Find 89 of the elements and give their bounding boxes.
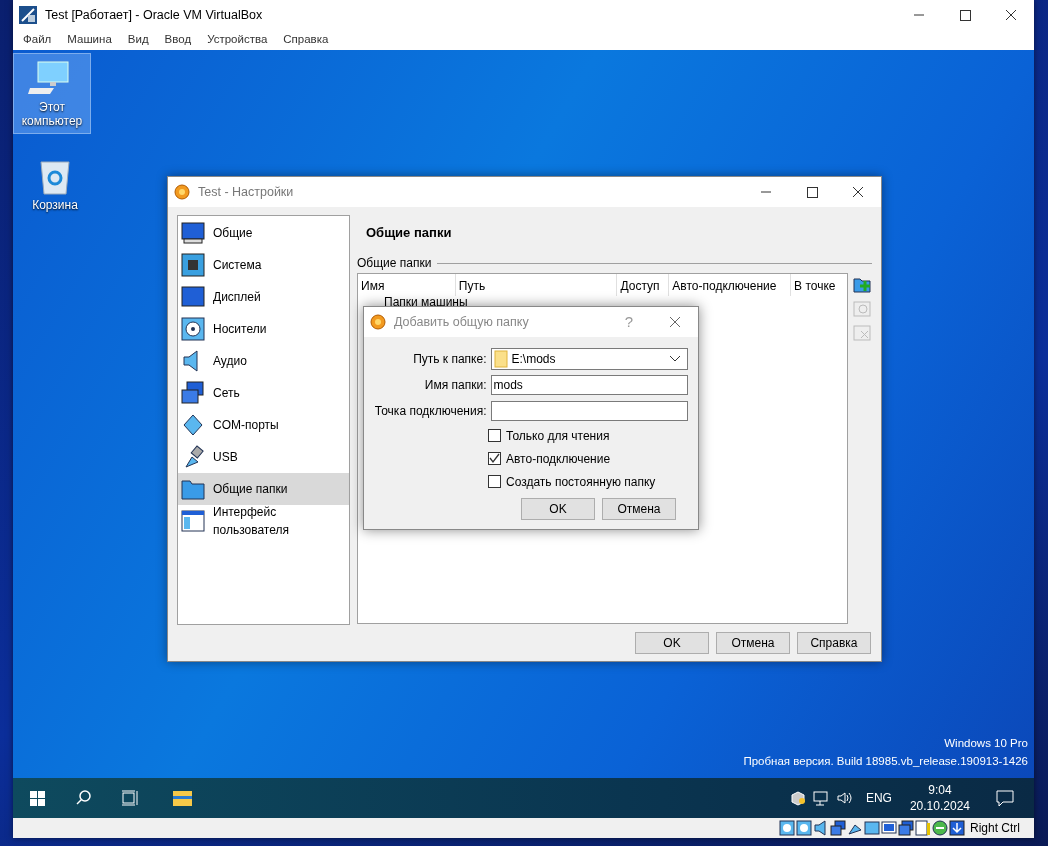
desktop-icon-label: Этот компьютер [20,100,84,129]
monitor-icon [181,221,205,245]
sun-logo-icon [174,184,190,200]
sidebar-item-label: USB [213,449,238,466]
display-icon [181,285,205,309]
checkbox-label: Авто-подключение [506,450,611,468]
checkbox-label: Только для чтения [506,427,610,445]
display-icon[interactable] [881,820,897,836]
folder-icon [181,477,205,501]
speaker-icon[interactable] [835,790,854,806]
sidebar-item[interactable]: Дисплей [178,281,349,313]
field-label: Имя папки: [423,377,487,394]
checkbox[interactable] [488,429,501,442]
sun-logo-icon [370,314,386,330]
menu-item[interactable]: Машина [59,31,120,49]
column-header[interactable]: В точке [791,274,847,296]
dialog-title: Добавить общую папку [394,313,529,331]
add-folder-icon[interactable] [853,275,871,293]
sidebar-item[interactable]: Общие [178,217,349,249]
sidebar-item-label: Интерфейс пользователя [213,504,290,539]
input-field[interactable]: mods [490,375,688,395]
sidebar-item[interactable]: Сеть [178,377,349,409]
sidebar-item[interactable]: Система [178,249,349,281]
package-icon[interactable] [789,790,806,806]
desktop-icon[interactable]: Этот компьютер [14,54,90,133]
system-info-text: Пробная версия. Build 18985.vb_release.190913-1426 [743,754,1028,769]
dialog-button[interactable]: Отмена [716,632,790,654]
connector-icon [181,413,205,437]
sidebar-item[interactable]: USB [178,441,349,473]
field-label: Точка подключения: [374,403,487,420]
sidebar-item[interactable]: Носители [178,313,349,345]
folder-icon[interactable] [864,820,880,836]
speaker-icon[interactable] [813,820,829,836]
network-icon [181,381,205,405]
sidebar-item-label: Дисплей [213,289,261,306]
menu-item[interactable]: Вид [119,31,157,49]
dialog-button[interactable]: Справка [797,632,871,654]
clock-time: 9:04 [928,782,952,798]
window-icon[interactable] [898,820,914,836]
sidebar-item-label: Система [213,257,262,274]
window-icon [181,509,205,533]
dialog-button[interactable]: OK [635,632,709,654]
column-header[interactable]: Имя [358,274,456,296]
network-icon[interactable] [830,820,846,836]
column-header[interactable]: Авто-подключение [669,274,792,296]
dialog-button[interactable]: OK [521,498,595,520]
window-title: Test - Настройки [198,183,294,201]
desktop-icon[interactable]: Корзина [17,152,93,217]
menu-item[interactable]: Устройства [199,31,276,49]
notifications-icon[interactable] [995,788,1015,808]
sidebar-item[interactable]: Общие папки [178,473,349,505]
sidebar-item-label: Носители [213,321,267,338]
input-field[interactable] [490,401,688,421]
caret-icon [669,355,681,363]
sidebar-item-label: Сеть [213,385,240,402]
sidebar-item-label: COM-порты [213,417,279,434]
windows-logo-icon[interactable] [28,788,48,808]
checkbox[interactable] [488,475,501,488]
menu-item[interactable]: Справка [275,31,337,49]
sidebar-item-label: Общие [213,225,253,242]
clock-date: 20.10.2024 [909,798,970,814]
tree-item[interactable]: Папки машины [384,295,468,309]
checkbox-label: Создать постоянную папку [506,473,656,491]
column-header[interactable]: Доступ [617,274,670,296]
checkbox[interactable] [488,452,501,465]
field-label: Путь к папке: [412,351,487,368]
host-key-label: Right Ctrl [970,820,1020,837]
folder-icon [493,350,508,368]
language-indicator[interactable]: ENG [859,789,898,807]
column-header[interactable]: Путь [455,274,618,296]
dialog-button[interactable]: Отмена [602,498,676,520]
sidebar-item[interactable]: Аудио [178,345,349,377]
app-logo-icon [19,6,37,24]
menu-item[interactable]: Файл [15,31,60,49]
sidebar-item-label: Общие папки [213,481,288,498]
group-label: Общие папки [357,255,432,272]
sidebar-item-label: Аудио [213,353,247,370]
system-info-text: Windows 10 Pro [944,736,1028,751]
sidebar-item[interactable]: Интерфейс пользователя [178,505,349,537]
section-heading: Общие папки [365,224,453,242]
sidebar-item[interactable]: COM-порты [178,409,349,441]
folder-icon[interactable] [172,788,192,808]
folder-path-dropdown[interactable]: E:\mods [490,348,688,370]
download-icon[interactable] [949,820,965,836]
desktop-icon-label: Корзина [32,198,78,213]
window-title: Test [Работает] - Oracle VM VirtualBox [45,6,263,24]
menu-item[interactable]: Ввод [156,31,200,49]
task-view-icon[interactable] [120,788,140,808]
network-icon[interactable] [811,790,830,806]
